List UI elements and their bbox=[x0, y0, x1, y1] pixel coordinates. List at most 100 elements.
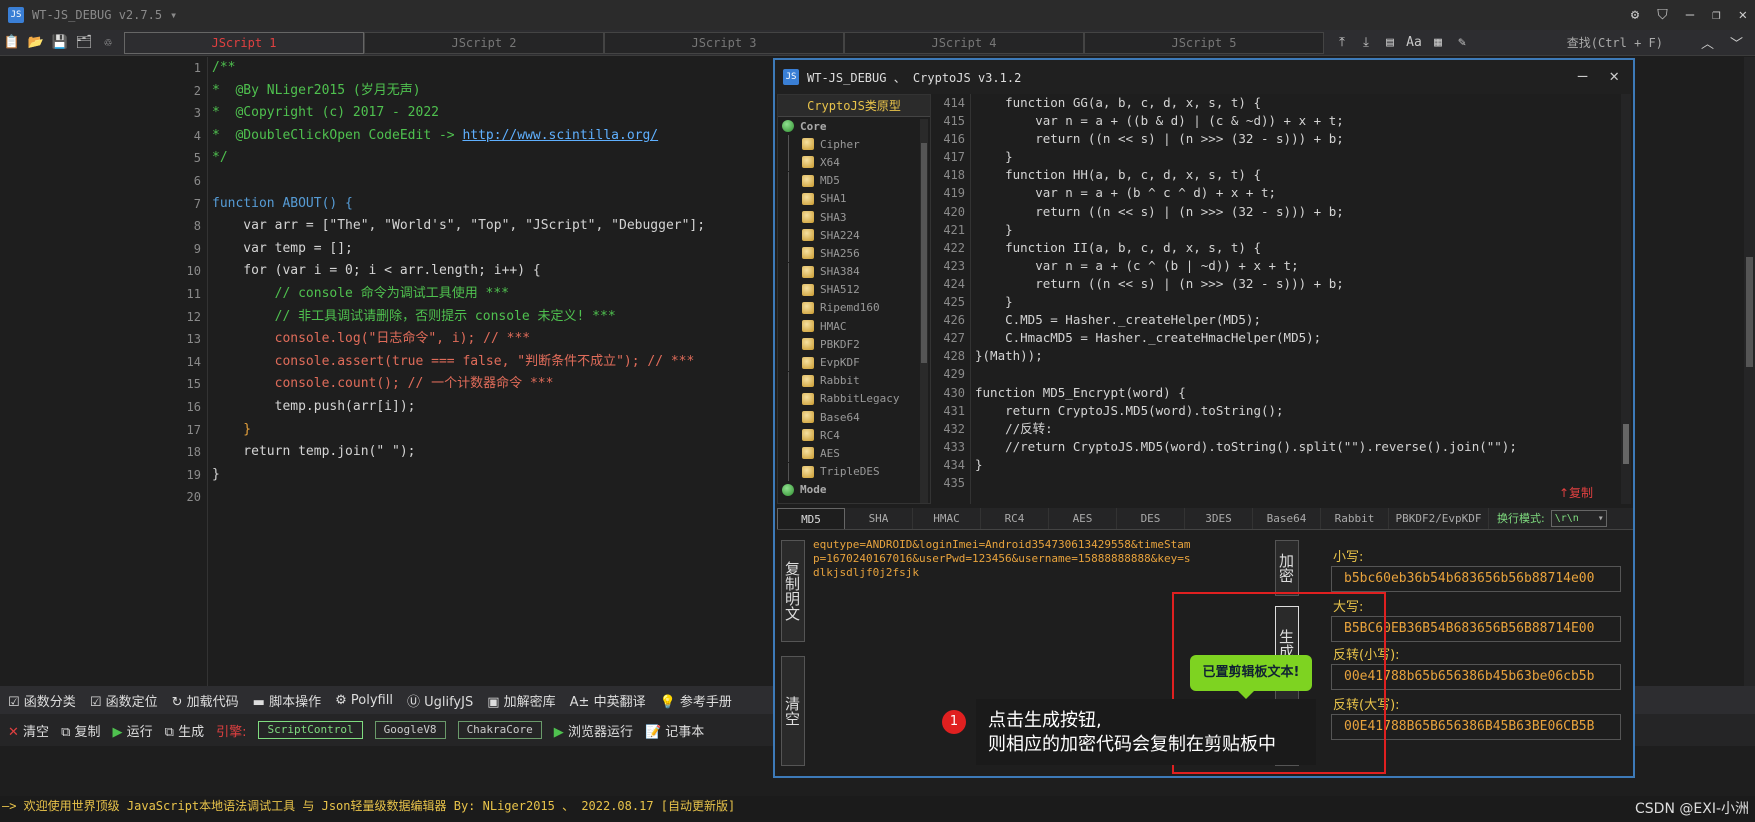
clear-button[interactable]: ✕ 清空 bbox=[8, 721, 49, 740]
clipboard-icon[interactable]: 📋 bbox=[2, 34, 22, 52]
open-folder-icon[interactable]: 📂 bbox=[26, 34, 46, 52]
engine-scriptcontrol[interactable]: ScriptControl bbox=[258, 721, 363, 739]
notepad-button[interactable]: 📝 记事本 bbox=[645, 721, 704, 740]
line-number: 19 bbox=[186, 467, 201, 482]
crypto-lib-label: 加解密库 bbox=[503, 694, 556, 710]
tree-node[interactable]: Ripemd160 bbox=[778, 298, 930, 317]
line-number: 9 bbox=[193, 241, 201, 256]
lowercase-result[interactable]: b5bc60eb36b54b683656b56b88714e00 bbox=[1331, 566, 1621, 592]
tree-node[interactable]: RC4 bbox=[778, 426, 930, 445]
tab-rabbit[interactable]: Rabbit bbox=[1321, 508, 1389, 529]
tab-jscript-3[interactable]: JScript 3 bbox=[604, 31, 844, 54]
save-icon[interactable]: 💾 bbox=[50, 34, 70, 52]
highlight-icon[interactable]: ✎ bbox=[1452, 34, 1472, 52]
scrollbar-thumb[interactable] bbox=[1623, 424, 1629, 464]
tree-scrollbar[interactable] bbox=[920, 119, 928, 503]
tree-node[interactable]: SHA3 bbox=[778, 207, 930, 226]
code-line: console.count(); // 一个计数器命令 *** bbox=[212, 376, 554, 392]
tab-hmac[interactable]: HMAC bbox=[913, 508, 981, 529]
tab-jscript-4[interactable]: JScript 4 bbox=[844, 31, 1084, 54]
tab-pbkdf2[interactable]: PBKDF2/EvpKDF bbox=[1389, 508, 1489, 529]
translate-button[interactable]: A± 中英翻译 bbox=[570, 691, 646, 710]
settings-icon[interactable]: ⚙ bbox=[1631, 7, 1639, 23]
tree-node[interactable]: SHA224 bbox=[778, 226, 930, 245]
tree-node[interactable]: SHA256 bbox=[778, 244, 930, 263]
copy-plaintext-button[interactable]: 复制明文 bbox=[781, 540, 805, 642]
tab-sha[interactable]: SHA bbox=[845, 508, 913, 529]
chevron-down-icon[interactable]: ﹀ bbox=[1730, 33, 1743, 52]
tab-rc4[interactable]: RC4 bbox=[981, 508, 1049, 529]
engine-googlev8[interactable]: GoogleV8 bbox=[374, 721, 446, 739]
load-code-button[interactable]: ↻ 加载代码 bbox=[172, 691, 239, 710]
format-icon[interactable]: ▤ bbox=[1380, 34, 1400, 52]
title-dropdown-icon[interactable]: ▾ bbox=[170, 8, 177, 22]
clear-plaintext-button[interactable]: 清空 bbox=[781, 656, 805, 766]
tree-node[interactable]: RabbitLegacy bbox=[778, 389, 930, 408]
encrypt-button[interactable]: 加密 bbox=[1275, 540, 1299, 596]
crypto-code-scrollbar[interactable] bbox=[1621, 94, 1631, 504]
tree-node[interactable]: Cipher bbox=[778, 135, 930, 154]
editor-scrollbar[interactable] bbox=[1744, 57, 1755, 687]
tree-node[interactable]: Base64 bbox=[778, 408, 930, 426]
func-category-checkbox[interactable]: ☑ 函数分类 bbox=[8, 691, 76, 710]
scintilla-link[interactable]: http://www.scintilla.org/ bbox=[462, 128, 658, 143]
scrollbar-thumb[interactable] bbox=[921, 143, 927, 363]
search-input[interactable]: 查找(Ctrl + F) bbox=[1567, 34, 1663, 51]
tab-jscript-5[interactable]: JScript 5 bbox=[1084, 31, 1324, 54]
save-all-icon[interactable]: 🗂 bbox=[74, 34, 94, 52]
code-line: temp.push(arr[i]); bbox=[212, 398, 416, 414]
copy-button[interactable]: ⧉ 复制 bbox=[61, 721, 100, 740]
shirt-icon[interactable]: ⛉ bbox=[1657, 7, 1668, 23]
crypto-code-editor[interactable]: function GG(a, b, c, d, x, s, t) { var n… bbox=[975, 94, 1615, 504]
close-icon[interactable]: ✕ bbox=[1609, 66, 1619, 85]
scroll-top-icon[interactable]: ⤒ bbox=[1332, 34, 1352, 52]
close-icon[interactable]: ✕ bbox=[1739, 7, 1747, 23]
engine-chakracore[interactable]: ChakraCore bbox=[457, 721, 542, 739]
newline-mode-select[interactable]: \r\n ▾ bbox=[1550, 510, 1607, 527]
grid-icon[interactable]: ▦ bbox=[1428, 34, 1448, 52]
tree-node[interactable]: SHA384 bbox=[778, 262, 930, 281]
maximize-icon[interactable]: ❐ bbox=[1712, 7, 1720, 23]
minimize-icon[interactable]: – bbox=[1578, 66, 1588, 85]
script-tabs: JScript 1 JScript 2 JScript 3 JScript 4 … bbox=[124, 31, 1324, 54]
tab-jscript-2[interactable]: JScript 2 bbox=[364, 31, 604, 54]
minimize-icon[interactable]: – bbox=[1686, 7, 1694, 23]
tab-jscript-1[interactable]: JScript 1 bbox=[124, 31, 364, 54]
tree-node[interactable]: AES bbox=[778, 444, 930, 463]
chevron-up-icon[interactable]: ︿ bbox=[1701, 33, 1714, 52]
tab-des[interactable]: DES bbox=[1117, 508, 1185, 529]
tree-node[interactable]: TripleDES bbox=[778, 462, 930, 481]
polyfill-button[interactable]: ⚙ Polyfill bbox=[335, 693, 393, 708]
scrollbar-thumb[interactable] bbox=[1746, 257, 1753, 367]
generate-button[interactable]: ⧉ 生成 bbox=[165, 721, 204, 740]
tree-node-core[interactable]: Core bbox=[778, 117, 930, 135]
tree-node[interactable]: PBKDF2 bbox=[778, 335, 930, 354]
script-ops-button[interactable]: ▬ 脚本操作 bbox=[253, 691, 321, 710]
tree-node[interactable]: MD5 bbox=[778, 171, 930, 190]
tree-node-mode[interactable]: Mode bbox=[778, 481, 930, 499]
run-button[interactable]: ▶ 运行 bbox=[113, 721, 153, 740]
func-locate-checkbox[interactable]: ☑ 函数定位 bbox=[90, 691, 158, 710]
tree-node[interactable]: SHA512 bbox=[778, 280, 930, 299]
clear-icon[interactable]: ♲ bbox=[98, 34, 118, 52]
tree-node[interactable]: EvpKDF bbox=[778, 353, 930, 372]
tab-3des[interactable]: 3DES bbox=[1185, 508, 1253, 529]
tree-node[interactable]: SHA1 bbox=[778, 189, 930, 208]
tab-md5[interactable]: MD5 bbox=[777, 508, 845, 529]
tab-aes[interactable]: AES bbox=[1049, 508, 1117, 529]
tree-node[interactable]: X64 bbox=[778, 153, 930, 172]
browser-run-button[interactable]: ▶ 浏览器运行 bbox=[554, 721, 633, 740]
scroll-bottom-icon[interactable]: ⤓ bbox=[1356, 34, 1376, 52]
uglifyjs-button[interactable]: Ⓤ UglifyJS bbox=[407, 691, 473, 710]
font-size-icon[interactable]: Aa bbox=[1404, 34, 1424, 52]
crypto-lib-button[interactable]: ▣ 加解密库 bbox=[487, 691, 555, 710]
code-editor[interactable]: /** * @By NLiger2015 (岁月无声) * @Copyright… bbox=[212, 57, 772, 687]
tree-node[interactable]: HMAC bbox=[778, 317, 930, 336]
manual-button[interactable]: 💡 参考手册 bbox=[660, 691, 732, 710]
line-number: 418 bbox=[943, 168, 965, 183]
tree-node[interactable]: Rabbit bbox=[778, 371, 930, 390]
copy-up-button[interactable]: ↑复制 bbox=[1559, 484, 1593, 501]
line-number: 11 bbox=[186, 286, 201, 301]
tab-base64[interactable]: Base64 bbox=[1253, 508, 1321, 529]
code-line: console.log("日志命令", i); // *** bbox=[212, 331, 531, 347]
